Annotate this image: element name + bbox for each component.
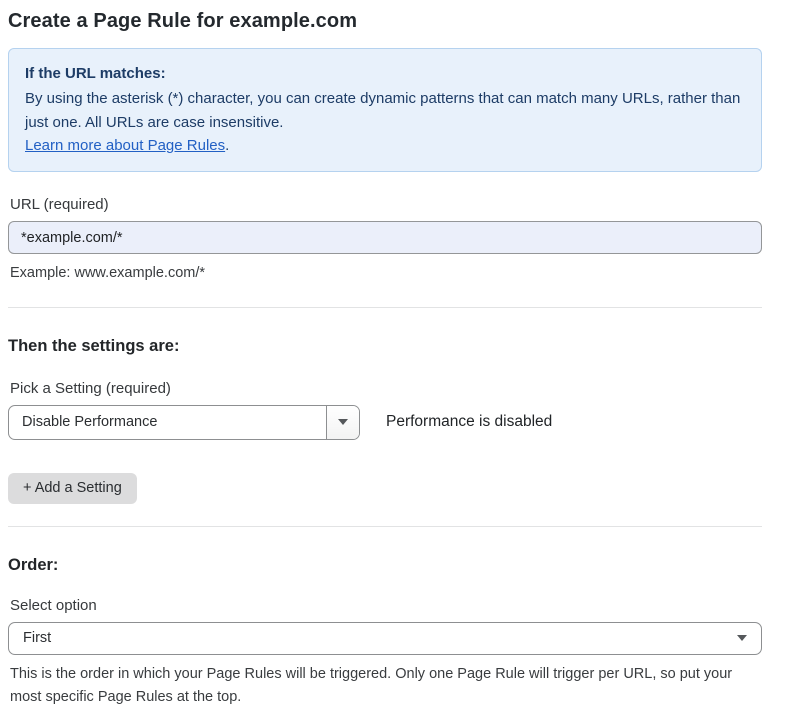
pick-setting-label: Pick a Setting (required) <box>10 380 762 397</box>
setting-status-text: Performance is disabled <box>386 413 552 431</box>
chevron-down-icon <box>338 419 348 425</box>
order-select[interactable]: First <box>8 622 762 655</box>
url-field-label: URL (required) <box>10 196 762 213</box>
info-box-body: By using the asterisk (*) character, you… <box>25 87 745 157</box>
setting-select-value: Disable Performance <box>9 406 326 439</box>
learn-more-link[interactable]: Learn more about Page Rules <box>25 137 225 154</box>
order-select-label: Select option <box>10 597 762 614</box>
add-setting-button[interactable]: + Add a Setting <box>8 473 137 504</box>
order-section-heading: Order: <box>8 556 762 575</box>
link-suffix: . <box>225 137 229 154</box>
url-matches-info-box: If the URL matches: By using the asteris… <box>8 48 762 172</box>
page-title: Create a Page Rule for example.com <box>8 10 762 33</box>
divider <box>8 526 762 527</box>
setting-row: Disable Performance Performance is disab… <box>8 405 762 440</box>
setting-select-arrow-button[interactable] <box>326 406 359 439</box>
divider <box>8 307 762 308</box>
create-page-rule-panel: Create a Page Rule for example.com If th… <box>0 0 790 714</box>
info-box-body-text: By using the asterisk (*) character, you… <box>25 90 740 130</box>
info-box-heading: If the URL matches: <box>25 62 745 85</box>
url-input[interactable] <box>8 221 762 254</box>
chevron-down-icon <box>737 635 747 641</box>
setting-select[interactable]: Disable Performance <box>8 405 360 440</box>
url-example-helper: Example: www.example.com/* <box>10 263 762 285</box>
settings-section-heading: Then the settings are: <box>8 337 762 356</box>
order-helper-text: This is the order in which your Page Rul… <box>10 663 762 709</box>
order-select-value: First <box>23 630 737 646</box>
